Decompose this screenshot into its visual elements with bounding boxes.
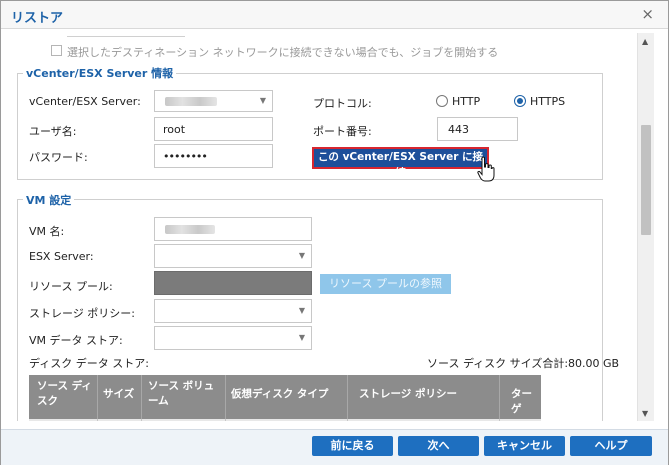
column-header[interactable]: 仮想ディスク タイプ [231,387,328,402]
vcenter-server-select[interactable]: ▼ [154,90,273,112]
disk-datastore-label: ディスク データ ストア: [29,357,149,370]
row-divider [225,419,226,421]
column-header[interactable]: ストレージ ポリシー [359,387,457,402]
row-divider [347,419,348,421]
vm-name-label: VM 名: [29,225,65,238]
storage-policy-label: ストレージ ポリシー: [29,307,135,320]
esx-server-select[interactable]: ▼ [154,244,312,268]
chevron-down-icon: ▼ [298,306,305,315]
cancel-button[interactable]: キャンセル [484,436,565,456]
https-radio[interactable] [514,95,526,107]
port-input[interactable]: 443 [437,117,518,141]
column-divider [347,375,348,419]
vcenter-server-label: vCenter/ESX Server: [29,95,141,108]
start-job-label: 選択したデスティネーション ネットワークに接続できない場合でも、ジョブを開始する [67,46,499,59]
vertical-scrollbar[interactable]: ▲ ▼ [637,33,654,421]
port-label: ポート番号: [313,125,372,138]
column-header[interactable]: ソース ボリューム [148,379,222,409]
separator [67,36,185,37]
vm-datastore-select[interactable]: ▼ [154,326,312,350]
resource-pool-browse-button[interactable]: リソース プールの参照 [320,274,451,294]
column-divider [141,375,142,419]
server-value-redacted [165,97,217,106]
scroll-down-icon[interactable]: ▼ [642,409,648,418]
connect-vcenter-button[interactable]: この vCenter/ESX Server に接続 [312,147,489,179]
column-divider [97,375,98,419]
row-divider [141,419,142,421]
hand-cursor-icon [477,156,495,182]
column-header[interactable]: ソース ディスク [37,379,95,409]
source-disk-total: ソース ディスク サイズ合計:80.00 GB [427,357,620,370]
dialog-content: 選択したデスティネーション ネットワークに接続できない場合でも、ジョブを開始する… [7,33,637,421]
vm-name-redacted [165,225,215,234]
scrollbar-thumb[interactable] [641,125,651,235]
vm-settings-group-title: VM 設定 [23,192,75,208]
chevron-down-icon: ▼ [298,333,305,342]
resource-pool-label: リソース プール: [29,280,113,293]
back-button[interactable]: 前に戻る [312,436,393,456]
dialog-title: リストア [11,11,64,26]
password-label: パスワード: [29,151,88,164]
restore-dialog: リストア × 選択したデスティネーション ネットワークに接続できない場合でも、ジ… [0,0,669,465]
row-divider [97,419,98,421]
close-icon[interactable]: × [641,5,654,23]
https-label: HTTPS [530,95,566,108]
disk-datastore-table: ソース ディスク サイズ ソース ボリューム 仮想ディスク タイプ ストレージ … [29,375,541,421]
http-radio[interactable] [436,95,448,107]
column-header[interactable]: サイズ [103,387,134,402]
dialog-footer: 前に戻る 次へ キャンセル ヘルプ [1,429,668,465]
chevron-down-icon: ▼ [259,96,266,105]
chevron-down-icon: ▼ [298,251,305,260]
table-row[interactable] [29,419,541,421]
protocol-label: プロトコル: [313,97,372,110]
start-job-checkbox[interactable] [51,45,62,56]
row-divider [499,419,500,421]
vcenter-group-title: vCenter/ESX Server 情報 [23,65,177,81]
scroll-up-icon[interactable]: ▲ [642,37,648,46]
next-button[interactable]: 次へ [398,436,479,456]
table-cell: \\? [148,420,160,421]
column-header[interactable]: ターゲ [511,387,541,417]
dialog-titlebar: リストア × [1,1,668,29]
esx-server-label: ESX Server: [29,250,94,263]
vm-datastore-label: VM データ ストア: [29,334,123,347]
vm-name-input[interactable] [154,217,312,241]
user-label: ユーザ名: [29,125,77,138]
column-divider [225,375,226,419]
storage-policy-select[interactable]: ▼ [154,299,312,323]
user-input[interactable]: root [154,117,273,141]
http-label: HTTP [452,95,481,108]
column-divider [499,375,500,419]
help-button[interactable]: ヘルプ [570,436,652,456]
password-input[interactable]: •••••••• [154,144,273,168]
resource-pool-field [154,271,312,295]
